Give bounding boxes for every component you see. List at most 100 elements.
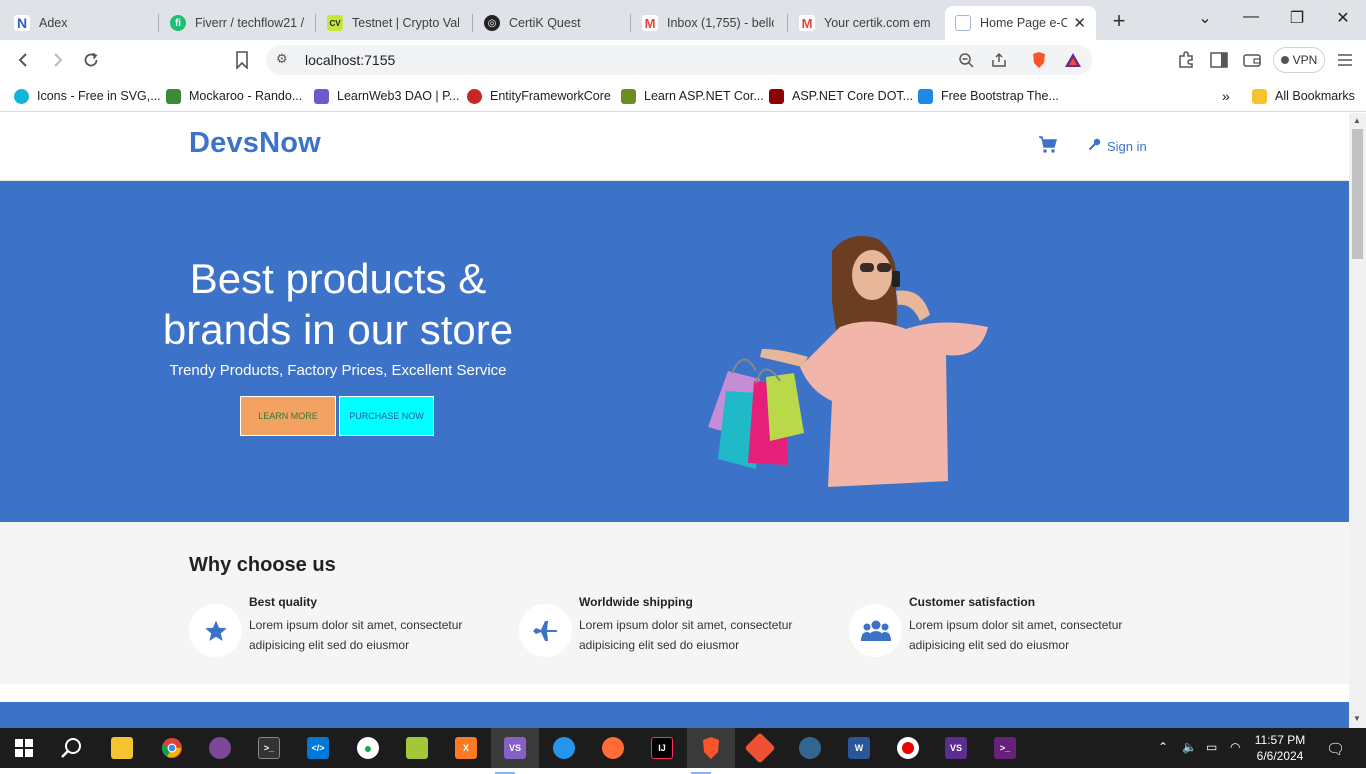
bookmark-learn-aspnet[interactable]: Learn ASP.NET Cor... — [621, 86, 764, 106]
tab-home-page[interactable]: Home Page e-Com ✕ — [945, 6, 1096, 40]
tab-crypto-valley[interactable]: CV Testnet | Crypto Valley — [317, 6, 469, 40]
docker-icon[interactable] — [550, 734, 578, 762]
learn-more-button[interactable]: LEARN MORE — [240, 396, 336, 436]
brave-rewards-icon[interactable] — [1063, 50, 1083, 70]
tab-adex[interactable]: N Adex — [4, 6, 156, 40]
vpn-status-icon — [1280, 56, 1289, 64]
tab-gmail-inbox[interactable]: M Inbox (1,755) - bellos — [632, 6, 784, 40]
feature-text: Lorem ipsum dolor sit amet, consectetur … — [249, 618, 463, 652]
back-button[interactable] — [12, 48, 36, 72]
bookmark-icon[interactable] — [230, 48, 254, 72]
battery-icon[interactable]: ▭ — [1206, 740, 1217, 754]
minimize-button[interactable]: — — [1236, 8, 1266, 26]
vscode-icon[interactable]: </> — [304, 734, 332, 762]
address-bar[interactable]: ⚙ localhost:7155 — [266, 45, 1092, 75]
tab-certik-email[interactable]: M Your certik.com email — [789, 6, 941, 40]
why-heading: Why choose us — [189, 554, 336, 576]
aspnet-favicon-icon — [621, 88, 636, 104]
sign-in-label: Sign in — [1107, 138, 1147, 154]
bookmark-label: Free Bootstrap The... — [941, 89, 1059, 103]
restore-button[interactable]: ❐ — [1282, 8, 1312, 28]
recorder-icon[interactable] — [894, 734, 922, 762]
feature-title: Best quality — [249, 595, 318, 609]
git-icon[interactable] — [744, 732, 776, 764]
postgresql-icon[interactable] — [796, 734, 824, 762]
url-text[interactable]: localhost:7155 — [305, 52, 395, 68]
bookmark-icons[interactable]: Icons - Free in SVG,... — [14, 86, 161, 106]
notifications-icon[interactable]: 🗨 — [1326, 740, 1345, 758]
git-client-icon[interactable] — [403, 734, 431, 762]
windows-start-icon[interactable] — [10, 734, 38, 762]
volume-icon[interactable]: 🔈 — [1182, 740, 1197, 754]
gmail-favicon-icon: M — [642, 15, 658, 31]
network-icon[interactable]: ◠ — [1230, 740, 1240, 754]
visual-studio-icon[interactable]: VS — [491, 728, 539, 774]
bookmark-label: EntityFrameworkCore — [490, 89, 611, 103]
share-icon[interactable] — [989, 50, 1009, 70]
word-icon[interactable]: W — [845, 734, 873, 762]
browser-tab-bar: N Adex fi Fiverr / techflow21 / ... CV T… — [0, 0, 1366, 40]
terminal-icon[interactable]: >_ — [255, 734, 283, 762]
tab-title: Inbox (1,755) - bellos — [667, 16, 774, 30]
mockaroo-favicon-icon — [166, 88, 181, 104]
page-viewport: DevsNow Sign in Best products & brands i… — [0, 113, 1349, 728]
tab-title: Adex — [39, 16, 68, 30]
bookmark-aspnet-core[interactable]: ASP.NET Core DOT... — [769, 86, 913, 106]
page-scrollbar[interactable]: ▲ ▼ — [1349, 113, 1366, 728]
xampp-icon[interactable]: X — [452, 734, 480, 762]
forward-button[interactable] — [45, 48, 69, 72]
site-info-icon[interactable]: ⚙ — [276, 51, 288, 67]
brand-logo[interactable]: DevsNow — [189, 127, 321, 160]
tab-search-icon[interactable]: ⌄ — [1190, 8, 1220, 28]
scroll-down-icon[interactable]: ▼ — [1353, 714, 1361, 723]
sign-in-link[interactable]: Sign in — [1088, 138, 1147, 154]
tab-title: Home Page e-Com — [980, 16, 1068, 30]
show-hidden-icons[interactable]: ⌃ — [1158, 740, 1168, 754]
postman-icon[interactable] — [599, 734, 627, 762]
system-clock[interactable]: 11:57 PM 6/6/2024 — [1245, 732, 1315, 764]
zoom-icon[interactable] — [956, 50, 976, 70]
brave-browser-icon[interactable] — [687, 728, 735, 774]
clock-date: 6/6/2024 — [1256, 749, 1304, 763]
menu-icon[interactable] — [1333, 48, 1357, 72]
close-tab-icon[interactable]: ✕ — [1073, 14, 1086, 32]
folder-icon — [1252, 88, 1267, 104]
file-explorer-icon[interactable] — [108, 734, 136, 762]
bookmark-bootstrap[interactable]: Free Bootstrap The... — [918, 86, 1059, 106]
tab-title: Testnet | Crypto Valley — [352, 16, 459, 30]
intellij-icon[interactable]: IJ — [648, 734, 676, 762]
new-tab-button[interactable]: + — [1108, 8, 1130, 34]
scrollbar-thumb[interactable] — [1352, 129, 1363, 259]
tab-fiverr[interactable]: fi Fiverr / techflow21 / ... — [160, 6, 314, 40]
visual-studio-2-icon[interactable]: VS — [942, 734, 970, 762]
bookmark-efcore[interactable]: EntityFrameworkCore — [467, 86, 611, 106]
reload-button[interactable] — [79, 48, 103, 72]
close-window-button[interactable]: ✕ — [1328, 8, 1358, 28]
brave-shields-icon[interactable] — [1029, 50, 1049, 70]
more-bookmarks-icon[interactable]: » — [1222, 86, 1230, 106]
search-icon[interactable] — [58, 734, 86, 762]
dev-prompt-icon[interactable]: >_ — [991, 734, 1019, 762]
chrome-icon[interactable] — [158, 734, 186, 762]
cart-icon[interactable] — [1038, 135, 1058, 155]
why-choose-us-section: Why choose us Best quality Lorem ipsum d… — [0, 522, 1349, 684]
mongodb-icon[interactable]: ● — [354, 734, 382, 762]
all-bookmarks-button[interactable]: All Bookmarks — [1252, 86, 1355, 106]
bookmark-label: LearnWeb3 DAO | P... — [337, 89, 460, 103]
sidebar-icon[interactable] — [1207, 48, 1231, 72]
bookmark-learnweb3[interactable]: LearnWeb3 DAO | P... — [314, 86, 459, 106]
wallet-icon[interactable] — [1240, 48, 1264, 72]
extensions-icon[interactable] — [1174, 48, 1198, 72]
purchase-now-button[interactable]: PURCHASE NOW — [339, 396, 434, 436]
vpn-button[interactable]: VPN — [1273, 47, 1325, 73]
icons8-favicon-icon — [14, 88, 29, 104]
bookmark-mockaroo[interactable]: Mockaroo - Rando... — [166, 86, 302, 106]
hero-tagline: Trendy Products, Factory Prices, Excelle… — [169, 362, 507, 379]
tab-certik-quest[interactable]: ◎ CertiK Quest — [474, 6, 628, 40]
page-favicon-icon — [955, 15, 971, 31]
scroll-up-icon[interactable]: ▲ — [1353, 116, 1361, 125]
tor-browser-icon[interactable] — [206, 734, 234, 762]
dotnet-favicon-icon — [769, 88, 784, 104]
feature-worldwide-shipping: Worldwide shipping Lorem ipsum dolor sit… — [519, 595, 819, 665]
bookmark-label: Learn ASP.NET Cor... — [644, 89, 764, 103]
